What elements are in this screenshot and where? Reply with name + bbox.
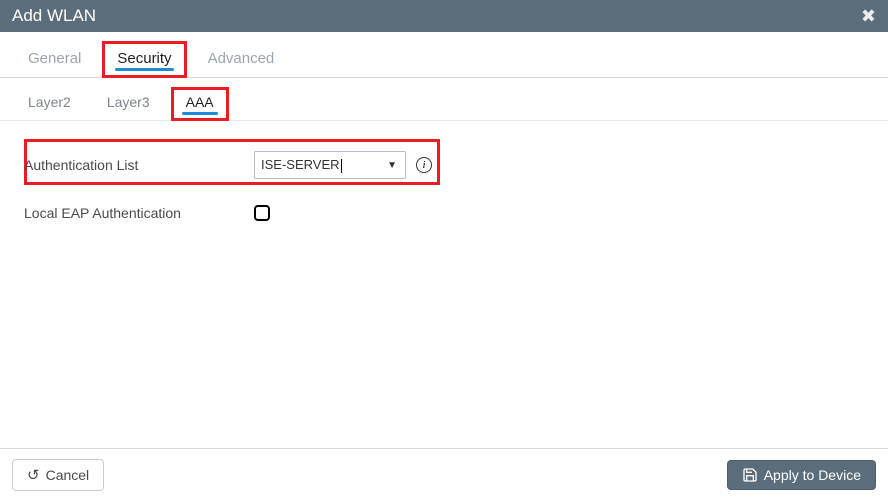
- button-label: Cancel: [46, 467, 90, 483]
- tab-aaa[interactable]: AAA: [172, 88, 228, 120]
- form-area: Authentication List ISE-SERVER ▼ i Local…: [0, 121, 888, 448]
- dropdown-value: ISE-SERVER: [261, 157, 342, 173]
- row-authentication-list: Authentication List ISE-SERVER ▼ i: [24, 145, 864, 185]
- auth-list-dropdown[interactable]: ISE-SERVER ▼: [254, 151, 406, 179]
- save-icon: [742, 467, 758, 483]
- tab-layer2[interactable]: Layer2: [14, 88, 85, 120]
- close-icon[interactable]: ✖: [861, 6, 876, 27]
- chevron-down-icon: ▼: [387, 160, 397, 171]
- tab-security[interactable]: Security: [103, 42, 185, 77]
- dialog-title: Add WLAN: [12, 6, 96, 26]
- undo-icon: [27, 466, 40, 484]
- tab-label: AAA: [186, 94, 214, 110]
- footer: Cancel Apply to Device: [0, 449, 888, 501]
- row-local-eap: Local EAP Authentication: [24, 193, 864, 233]
- tab-label: Layer3: [107, 94, 150, 110]
- cancel-button[interactable]: Cancel: [12, 459, 104, 491]
- tab-label: Advanced: [208, 50, 275, 67]
- button-label: Apply to Device: [764, 467, 861, 483]
- tab-label: General: [28, 50, 81, 67]
- primary-tabs: General Security Advanced: [0, 32, 888, 78]
- tab-advanced[interactable]: Advanced: [194, 42, 289, 77]
- apply-to-device-button[interactable]: Apply to Device: [727, 460, 876, 490]
- local-eap-label: Local EAP Authentication: [24, 205, 254, 221]
- tab-label: Security: [117, 50, 171, 67]
- local-eap-checkbox[interactable]: [254, 205, 270, 221]
- tab-general[interactable]: General: [14, 42, 95, 77]
- tab-label: Layer2: [28, 94, 71, 110]
- auth-list-label: Authentication List: [24, 157, 254, 173]
- secondary-tabs: Layer2 Layer3 AAA: [0, 78, 888, 121]
- info-icon[interactable]: i: [416, 157, 432, 173]
- titlebar: Add WLAN ✖: [0, 0, 888, 32]
- tab-layer3[interactable]: Layer3: [93, 88, 164, 120]
